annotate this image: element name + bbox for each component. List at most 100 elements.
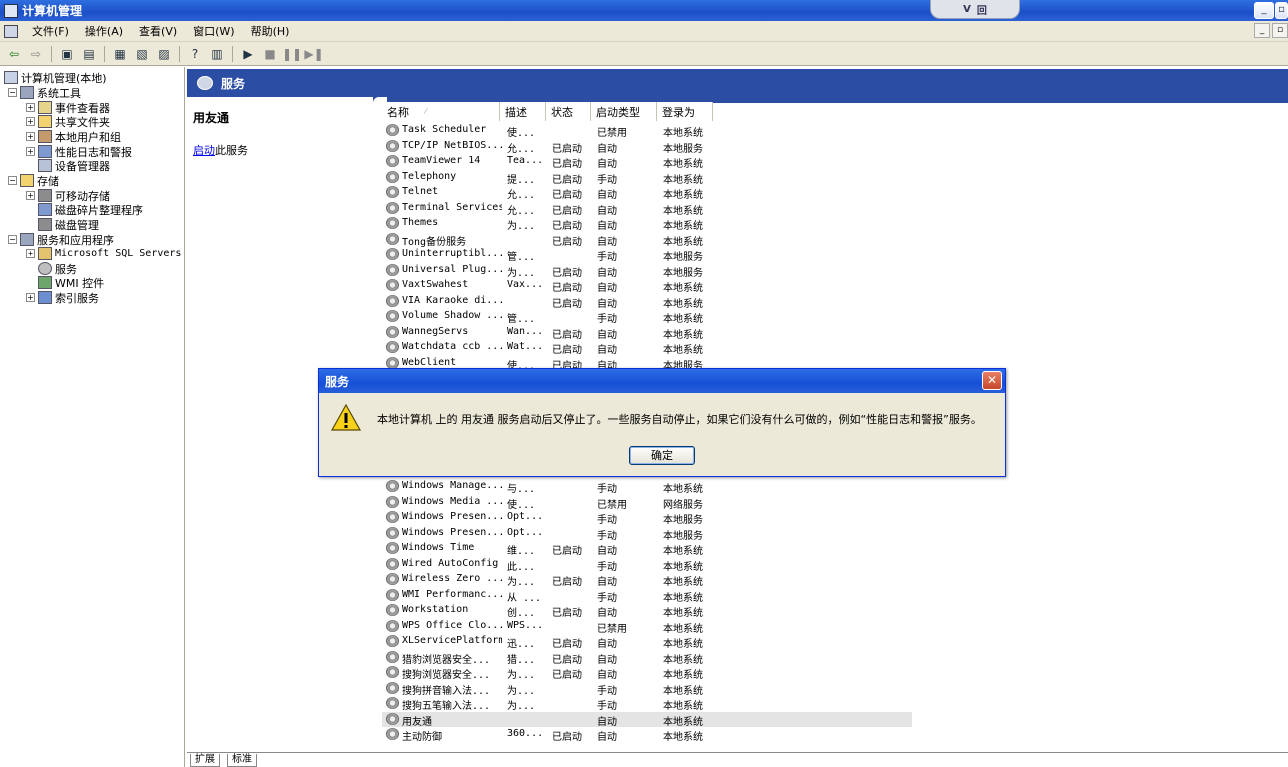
menu-window[interactable]: 窗口(W) — [185, 23, 242, 39]
tree-shared-folders[interactable]: + 共享文件夹 — [26, 114, 110, 129]
tree-sql-servers[interactable]: + Microsoft SQL Servers — [26, 246, 181, 261]
tree-services-apps[interactable]: − 服务和应用程序 — [8, 232, 114, 247]
table-row[interactable]: Telnet 允... 已启动 自动 本地系统 — [382, 185, 912, 201]
table-row[interactable]: WannegServs Wan... 已启动 自动 本地系统 — [382, 325, 912, 341]
table-row[interactable]: Watchdata ccb ... Wat... 已启动 自动 本地系统 — [382, 340, 912, 356]
column-header-name[interactable]: 名称 ⁄ — [382, 102, 500, 121]
menu-view[interactable]: 查看(V) — [131, 23, 185, 39]
tree-system-tools[interactable]: − 系统工具 — [8, 85, 81, 100]
child-minimize-button[interactable]: _ — [1254, 23, 1270, 38]
menu-action[interactable]: 操作(A) — [77, 23, 131, 39]
cell-startup: 手动 — [597, 701, 617, 712]
tree-wmi-control[interactable]: WMI 控件 — [26, 275, 104, 290]
help-icon[interactable]: ? — [185, 45, 205, 63]
view-icon[interactable]: ▥ — [207, 45, 227, 63]
table-row[interactable]: Wired AutoConfig 此... 手动 本地系统 — [382, 557, 912, 573]
table-row[interactable]: Windows Presen... Opt... 手动 本地服务 — [382, 510, 912, 526]
collapse-icon[interactable]: − — [8, 235, 17, 244]
tree-storage[interactable]: − 存储 — [8, 173, 59, 188]
refresh-icon[interactable]: ▨ — [154, 45, 174, 63]
tree-local-users[interactable]: + 本地用户和组 — [26, 129, 121, 144]
tree-device-manager[interactable]: 设备管理器 — [26, 158, 110, 173]
remote-toolbar-notch[interactable]: V 回 — [930, 0, 1020, 19]
table-row[interactable]: Windows Manage... 与... 手动 本地系统 — [382, 479, 912, 495]
table-row[interactable]: VIA Karaoke di... 已启动 自动 本地系统 — [382, 294, 912, 310]
play-icon[interactable]: ▶ — [238, 45, 258, 63]
table-row[interactable]: 搜狗拼音输入法... 为... 手动 本地系统 — [382, 681, 912, 697]
tree-defrag[interactable]: 磁盘碎片整理程序 — [26, 202, 143, 217]
child-restore-button[interactable]: ▫ — [1272, 23, 1288, 38]
expand-icon[interactable]: + — [26, 293, 35, 302]
pause-icon[interactable]: ❚❚ — [282, 45, 302, 63]
expand-icon[interactable]: + — [26, 132, 35, 141]
table-row[interactable]: 搜狗五笔输入法... 为... 手动 本地系统 — [382, 696, 912, 712]
table-row[interactable]: Windows Presen... Opt... 手动 本地服务 — [382, 526, 912, 542]
column-header-status[interactable]: 状态 — [546, 102, 591, 121]
cell-desc: 迅... — [507, 639, 536, 650]
maximize-button[interactable]: ▫ — [1275, 2, 1288, 19]
stop-icon[interactable]: ■ — [260, 45, 280, 63]
expand-icon[interactable]: + — [26, 117, 35, 126]
app-menu-icon[interactable] — [4, 24, 18, 38]
table-row[interactable]: Telephony 提... 已启动 手动 本地系统 — [382, 170, 912, 186]
tree-disk-management[interactable]: 磁盘管理 — [26, 217, 99, 232]
start-service-link[interactable]: 启动 — [193, 144, 215, 157]
restore-remote-icon[interactable]: 回 — [977, 2, 987, 17]
table-row[interactable]: Themes 为... 已启动 自动 本地系统 — [382, 216, 912, 232]
table-row[interactable]: Universal Plug... 为... 已启动 自动 本地服务 — [382, 263, 912, 279]
services-gear-icon — [197, 76, 213, 90]
table-row[interactable]: Windows Time 维... 已启动 自动 本地系统 — [382, 541, 912, 557]
table-row[interactable]: Wireless Zero ... 为... 已启动 自动 本地系统 — [382, 572, 912, 588]
menu-help[interactable]: 帮助(H) — [243, 23, 298, 39]
table-row[interactable]: Windows Media ... 使... 已禁用 网络服务 — [382, 495, 912, 511]
properties-icon[interactable]: ▧ — [132, 45, 152, 63]
minimize-button[interactable]: _ — [1254, 2, 1274, 19]
expand-icon[interactable]: + — [26, 103, 35, 112]
export-icon[interactable]: ▦ — [110, 45, 130, 63]
expand-icon[interactable]: + — [26, 191, 35, 200]
dialog-close-button[interactable]: ✕ — [982, 371, 1002, 390]
restart-icon[interactable]: ▶❚ — [304, 45, 324, 63]
removable-storage-icon — [38, 189, 52, 202]
table-row[interactable]: WPS Office Clo... WPS... 已禁用 本地系统 — [382, 619, 912, 635]
show-tree-icon[interactable]: ▤ — [79, 45, 99, 63]
tab-extended[interactable]: 扩展 — [190, 754, 220, 767]
collapse-icon[interactable]: − — [8, 88, 17, 97]
cell-desc: Opt... — [507, 511, 544, 522]
table-row[interactable]: XLServicePlatform 迅... 已启动 自动 本地系统 — [382, 634, 912, 650]
table-row[interactable]: 主动防御 360... 已启动 自动 本地系统 — [382, 727, 912, 743]
table-row[interactable]: Uninterruptibl... 管... 手动 本地服务 — [382, 247, 912, 263]
cell-logon: 本地系统 — [663, 716, 703, 728]
cell-name: TeamViewer 14 — [402, 155, 481, 166]
cell-logon: 本地系统 — [663, 174, 703, 186]
table-row[interactable]: Volume Shadow ... 管... 手动 本地系统 — [382, 309, 912, 325]
collapse-icon[interactable]: − — [8, 176, 17, 185]
table-row[interactable]: TeamViewer 14 Tea... 已启动 自动 本地系统 — [382, 154, 912, 170]
column-header-desc[interactable]: 描述 — [500, 102, 546, 121]
cell-logon: 本地系统 — [663, 205, 703, 217]
tab-standard[interactable]: 标准 — [227, 754, 257, 767]
cell-startup: 自动 — [597, 329, 617, 341]
back-icon[interactable]: ⇦ — [4, 45, 24, 63]
cell-name: Terminal Services — [402, 201, 502, 213]
expand-icon[interactable]: + — [26, 249, 35, 258]
column-header-logon[interactable]: 登录为 — [657, 102, 713, 121]
table-row[interactable]: VaxtSwahest Vax... 已启动 自动 本地系统 — [382, 278, 912, 294]
table-row[interactable]: 搜狗浏览器安全... 为... 已启动 自动 本地系统 — [382, 665, 912, 681]
table-row[interactable]: Task Scheduler 使... 已禁用 本地系统 — [382, 123, 912, 139]
menu-file[interactable]: 文件(F) — [24, 23, 77, 39]
up-icon[interactable]: ▣ — [57, 45, 77, 63]
forward-icon[interactable]: ⇨ — [26, 45, 46, 63]
table-row[interactable]: 用友通 自动 本地系统 — [382, 711, 912, 728]
table-row[interactable]: Workstation 创... 已启动 自动 本地系统 — [382, 603, 912, 619]
tree-indexing-service[interactable]: + 索引服务 — [26, 290, 99, 305]
ok-button[interactable]: 确定 — [629, 446, 695, 465]
table-row[interactable]: Tong备份服务 已启动 自动 本地系统 — [382, 232, 912, 248]
tree-root[interactable]: 计算机管理(本地) — [4, 70, 107, 85]
table-row[interactable]: TCP/IP NetBIOS... 允... 已启动 自动 本地服务 — [382, 139, 912, 155]
column-header-startup[interactable]: 启动类型 — [591, 102, 657, 121]
table-row[interactable]: Terminal Services 允... 已启动 自动 本地系统 — [382, 201, 912, 217]
table-row[interactable]: 猎豹浏览器安全... 猎... 已启动 自动 本地系统 — [382, 650, 912, 666]
table-row[interactable]: WMI Performanc... 从 ... 手动 本地系统 — [382, 588, 912, 604]
expand-icon[interactable]: + — [26, 147, 35, 156]
